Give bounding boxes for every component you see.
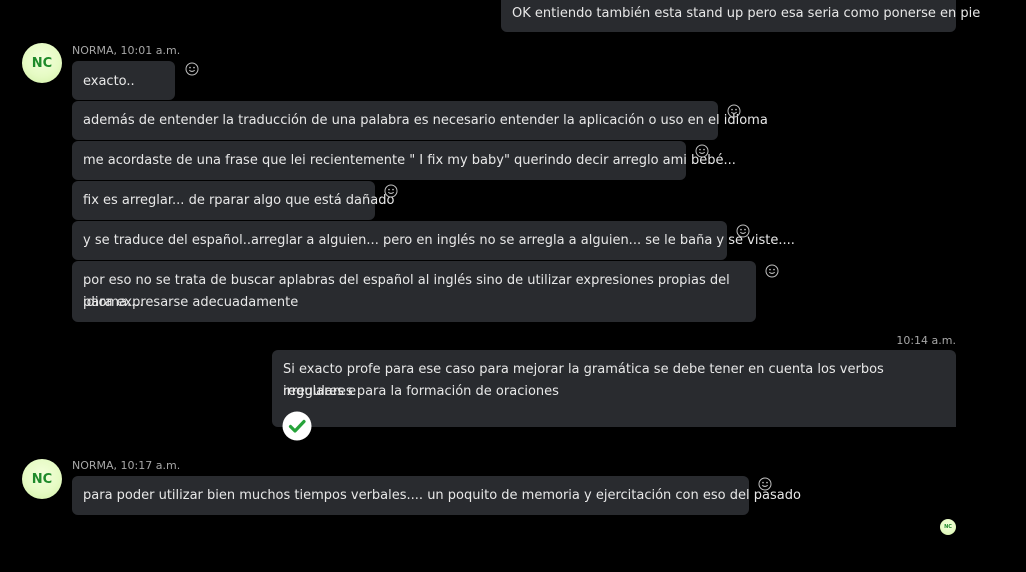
message-text: además de entender la traducción de una … (83, 113, 768, 128)
smiley-icon[interactable] (185, 62, 199, 76)
smiley-icon[interactable] (736, 224, 750, 238)
message-text: me acordaste de una frase que lei recien… (83, 153, 736, 168)
incoming-message-bubble[interactable]: me acordaste de una frase que lei recien… (72, 141, 736, 180)
message-text: irregulares para la formación de oracion… (283, 384, 559, 399)
smiley-icon[interactable] (384, 184, 398, 198)
incoming-message-bubble[interactable]: exacto.. (72, 61, 175, 100)
smiley-icon[interactable] (727, 104, 741, 118)
avatar[interactable]: NC (22, 459, 62, 499)
message-text: por eso no se trata de buscar aplabras d… (83, 273, 730, 310)
message-text: y se traduce del español..arreglar a alg… (83, 233, 795, 248)
outgoing-message-bubble[interactable]: Si exacto profe para ese caso para mejor… (272, 350, 956, 427)
outgoing-message-bubble[interactable]: OK entiendo también esta stand up pero e… (501, 0, 980, 32)
smiley-icon[interactable] (758, 477, 772, 491)
read-receipt-avatar: NC (940, 519, 956, 535)
message-text: Si exacto profe para ese caso para mejor… (283, 362, 884, 399)
message-timestamp: 10:14 a.m. (896, 334, 956, 347)
incoming-message-bubble[interactable]: y se traduce del español..arreglar a alg… (72, 221, 795, 260)
incoming-message-bubble[interactable]: por eso no se trata de buscar aplabras d… (72, 261, 756, 322)
message-text: exacto.. (83, 74, 135, 89)
message-text: para poder utilizar bien muchos tiempos … (83, 488, 801, 503)
checkmark-icon (282, 411, 312, 441)
smiley-icon[interactable] (695, 144, 709, 158)
incoming-message-bubble[interactable]: además de entender la traducción de una … (72, 101, 768, 140)
incoming-message-bubble[interactable]: fix es arreglar... de rparar algo que es… (72, 181, 394, 220)
sender-name-timestamp: NORMA, 10:01 a.m. (72, 44, 181, 57)
avatar[interactable]: NC (22, 43, 62, 83)
message-text: OK entiendo también esta stand up pero e… (512, 6, 981, 21)
message-text: para expresarse adecuadamente (83, 295, 299, 310)
message-text: fix es arreglar... de rparar algo que es… (83, 193, 395, 208)
smiley-icon[interactable] (765, 264, 779, 278)
sender-name-timestamp: NORMA, 10:17 a.m. (72, 459, 181, 472)
incoming-message-bubble[interactable]: para poder utilizar bien muchos tiempos … (72, 476, 801, 515)
